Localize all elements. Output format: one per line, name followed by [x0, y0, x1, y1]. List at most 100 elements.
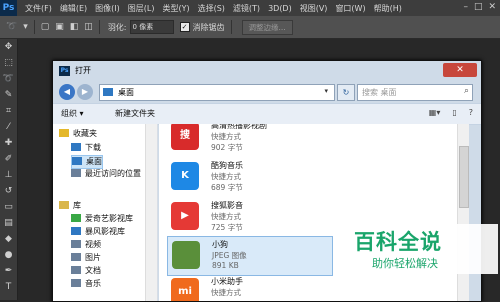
add-selection-icon[interactable]: ▣: [55, 22, 64, 32]
antialias-checkbox[interactable]: ✓: [179, 22, 190, 32]
clone-stamp-tool-icon[interactable]: ⊥: [0, 167, 17, 183]
lasso-tool-icon[interactable]: ➰: [0, 71, 17, 87]
back-button[interactable]: ◀: [59, 84, 75, 100]
file-size: 689 字节: [211, 183, 243, 192]
file-type: 快捷方式: [211, 172, 241, 181]
file-scrollbar[interactable]: [457, 124, 469, 301]
search-placeholder: 搜索 桌面: [362, 88, 397, 97]
brush-tool-icon[interactable]: ✐: [0, 151, 17, 167]
lasso-icon[interactable]: ➰: [6, 22, 17, 32]
feather-input[interactable]: 0 像素: [129, 20, 174, 34]
nav-item[interactable]: 爱奇艺影视库: [71, 213, 133, 225]
quick-select-tool-icon[interactable]: ✎: [0, 87, 17, 103]
antialias-label: 消除锯齿: [192, 22, 225, 32]
view-options-icon[interactable]: ▦▾: [429, 108, 441, 117]
dodge-tool-icon[interactable]: ●: [0, 247, 17, 263]
healing-brush-tool-icon[interactable]: ✚: [0, 135, 17, 151]
feather-label: 羽化:: [107, 22, 127, 32]
chevron-down-icon[interactable]: ▾: [23, 22, 28, 32]
new-selection-icon[interactable]: ▢: [41, 22, 50, 32]
nav-item[interactable]: 文档: [71, 265, 101, 277]
new-folder-button[interactable]: 新建文件夹: [115, 108, 155, 119]
nav-item-label: 下载: [85, 143, 101, 152]
search-icon[interactable]: ⌕: [464, 86, 469, 96]
address-bar[interactable]: 桌面 ▾: [99, 84, 335, 101]
chevron-down-icon[interactable]: ▾: [324, 87, 328, 95]
nav-item-label: 视频: [85, 240, 101, 249]
nav-item[interactable]: 收藏夹: [59, 128, 97, 140]
nav-item-label: 库: [73, 201, 81, 210]
close-icon[interactable]: ✕: [488, 2, 496, 12]
forward-button[interactable]: ▶: [77, 84, 93, 100]
menu-filter[interactable]: 滤镜(T): [233, 3, 260, 14]
menu-3d[interactable]: 3D(D): [268, 4, 292, 13]
scrollbar-thumb[interactable]: [459, 146, 469, 208]
menu-layer[interactable]: 图层(L): [128, 3, 155, 14]
nav-item[interactable]: 库: [59, 200, 81, 212]
file-size: 902 字节: [211, 143, 243, 152]
download-folder-icon: [71, 143, 81, 151]
nav-item-label: 爱奇艺影视库: [85, 214, 133, 223]
eraser-tool-icon[interactable]: ▭: [0, 199, 17, 215]
menu-help[interactable]: 帮助(H): [374, 3, 402, 14]
dialog-close-button[interactable]: ✕: [443, 63, 477, 77]
blur-tool-icon[interactable]: ◆: [0, 231, 17, 247]
gradient-tool-icon[interactable]: ▤: [0, 215, 17, 231]
file-item[interactable]: 搜 高清热播影视剧 快捷方式 902 字节: [167, 124, 331, 156]
dialog-titlebar: Ps 打开 ✕: [53, 61, 481, 81]
organize-button[interactable]: 组织 ▾: [61, 108, 84, 119]
nav-scrollbar[interactable]: [145, 124, 157, 301]
search-input[interactable]: 搜索 桌面 ⌕: [357, 84, 473, 101]
menu-window[interactable]: 窗口(W): [335, 3, 365, 14]
subtract-selection-icon[interactable]: ◧: [70, 22, 79, 32]
nav-item[interactable]: 视频: [71, 239, 101, 251]
watermark-subtitle: 助你轻松解决: [372, 257, 438, 270]
pen-tool-icon[interactable]: ✒: [0, 263, 17, 279]
file-item[interactable]: mi 小米助手 快捷方式: [167, 274, 331, 301]
mi-assistant-icon: mi: [171, 278, 199, 301]
nav-item-label: 图片: [85, 253, 101, 262]
baike-watermark: 百科全说 助你轻松解决: [350, 224, 498, 274]
menu-image[interactable]: 图像(I): [95, 3, 120, 14]
refine-edge-button[interactable]: 调整边缘...: [241, 19, 293, 35]
file-item[interactable]: ▶ 搜狐影音 快捷方式 725 字节: [167, 198, 331, 236]
file-name: 搜狐影音: [211, 201, 243, 210]
nav-item[interactable]: 最近访问的位置: [71, 168, 141, 180]
file-item[interactable]: K 酷狗音乐 快捷方式 689 字节: [167, 158, 331, 196]
menu-file[interactable]: 文件(F): [25, 3, 52, 14]
documents-folder-icon: [71, 266, 81, 274]
type-tool-icon[interactable]: T: [0, 279, 17, 295]
crop-tool-icon[interactable]: ⌗: [0, 103, 17, 119]
nav-item-label: 桌面: [86, 157, 102, 166]
star-icon: [59, 129, 69, 137]
history-brush-tool-icon[interactable]: ↺: [0, 183, 17, 199]
menu-view[interactable]: 视图(V): [300, 3, 328, 14]
navigation-pane: 收藏夹下载桌面最近访问的位置库爱奇艺影视库暴风影视库视频图片文档音乐: [53, 124, 158, 301]
address-row: ◀ ▶ 桌面 ▾ ↻ 搜索 桌面 ⌕: [53, 81, 481, 103]
nav-item[interactable]: 音乐: [71, 278, 101, 290]
menu-edit[interactable]: 编辑(E): [60, 3, 87, 14]
move-tool-icon[interactable]: ✥: [0, 39, 17, 55]
nav-item[interactable]: 下载: [71, 142, 101, 154]
menu-select[interactable]: 选择(S): [198, 3, 225, 14]
refresh-button[interactable]: ↻: [337, 84, 355, 101]
minimize-icon[interactable]: –: [463, 2, 468, 12]
nav-item[interactable]: 桌面: [71, 155, 103, 169]
file-item[interactable]: 小狗 JPEG 图像 891 KB: [167, 236, 333, 276]
photoshop-small-icon: Ps: [59, 66, 70, 76]
marquee-tool-icon[interactable]: ⬚: [0, 55, 17, 71]
separator: [33, 20, 35, 34]
eyedropper-tool-icon[interactable]: ⁄: [0, 119, 17, 135]
help-icon[interactable]: ?: [469, 108, 473, 117]
preview-pane-icon[interactable]: ▯: [452, 108, 456, 117]
file-name: 小狗: [212, 240, 228, 249]
nav-item-label: 收藏夹: [73, 129, 97, 138]
nav-item[interactable]: 图片: [71, 252, 101, 264]
menu-type[interactable]: 类型(Y): [162, 3, 189, 14]
sohu-video-icon: 搜: [171, 124, 199, 150]
maximize-icon[interactable]: □: [474, 2, 483, 12]
nav-item-label: 音乐: [85, 279, 101, 288]
kugou-icon: K: [171, 162, 199, 190]
intersect-selection-icon[interactable]: ◫: [84, 22, 93, 32]
nav-item[interactable]: 暴风影视库: [71, 226, 125, 238]
